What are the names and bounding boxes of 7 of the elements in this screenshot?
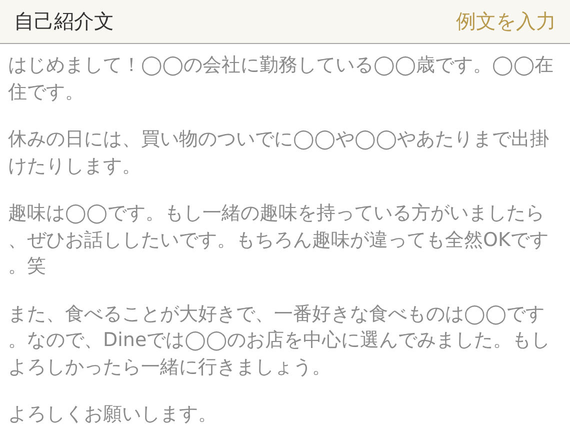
insert-example-link[interactable]: 例文を入力: [456, 8, 556, 35]
intro-paragraph: 休みの日には、買い物のついでに◯◯や◯◯やあたりまで出掛けたりします。: [8, 127, 550, 178]
intro-paragraph: また、食べることが大好きで、一番好きな食べものは◯◯です。なので、Dineでは◯◯のお店を中心に選んでみました。もしよろしかったら一緒に行きましょう。: [8, 302, 552, 380]
intro-paragraph: 趣味は◯◯です。もし一緒の趣味を持っている方がいましたら、ぜひお話ししたいです。もちろん趣味が違っても全然OKです。笑: [8, 201, 550, 279]
section-title: 自己紹介文: [14, 8, 114, 35]
intro-paragraph: はじめまして！◯◯の会社に勤務している◯◯歳です。◯◯在住です。: [8, 53, 555, 104]
intro-paragraph: よろしくお願いします。: [8, 402, 218, 427]
